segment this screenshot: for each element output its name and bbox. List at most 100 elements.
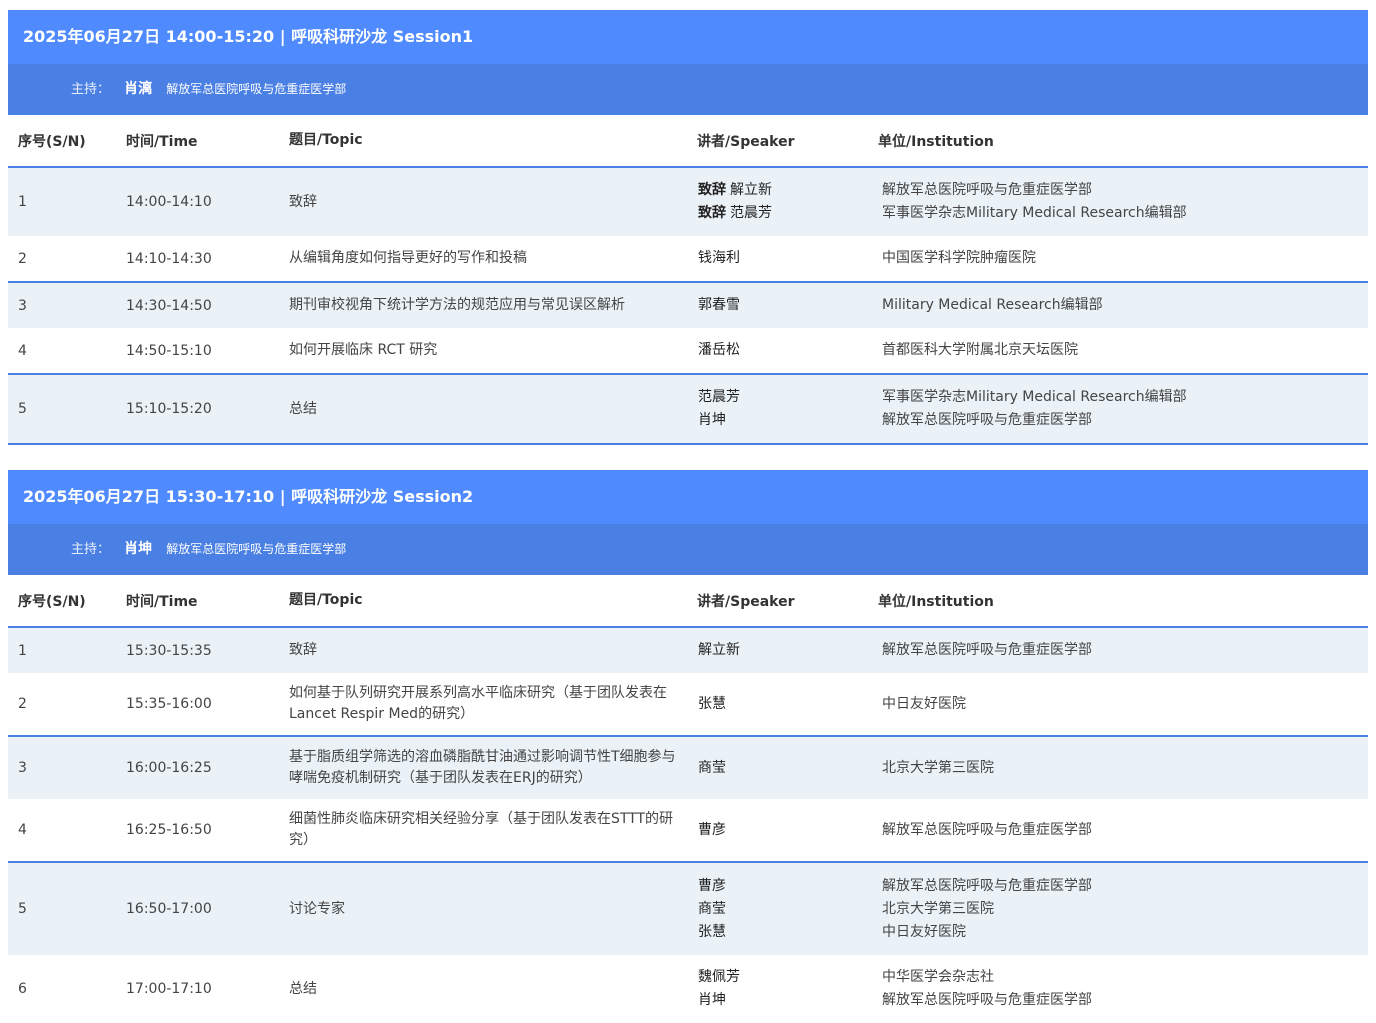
cell-institution: 首都医科大学附属北京天坛医院 — [867, 339, 1368, 362]
institution-line: 中日友好医院 — [882, 695, 966, 712]
cell-speaker: 致辞 解立新 致辞 范晨芳 — [687, 179, 867, 225]
institution-line: 解放军总医院呼吸与危重症医学部 — [882, 182, 1092, 198]
cell-sn: 3 — [18, 297, 27, 314]
cell-time: 16:50-17:00 — [126, 901, 212, 917]
cell-sn: 4 — [18, 822, 27, 838]
session-host: 主持： 肖漓 解放军总医院呼吸与危重症医学部 — [8, 64, 1368, 115]
institution-line: 首都医科大学附属北京天坛医院 — [882, 342, 1078, 358]
speaker-line: 张慧 — [698, 921, 867, 944]
host-name: 肖坤 — [124, 541, 153, 557]
cell-institution: 中日友好医院 — [867, 693, 1368, 716]
table-row: 1 15:30-15:35 致辞 解立新 解放军总医院呼吸与危重症医学部 — [8, 628, 1368, 673]
table-row: 2 14:10-14:30 从编辑角度如何指导更好的写作和投稿 钱海利 中国医学… — [8, 236, 1368, 283]
speaker-name: 张慧 — [698, 695, 726, 712]
speaker-line: 曹彦 — [698, 875, 867, 898]
table-row: 5 16:50-17:00 讨论专家 曹彦 商莹 张慧 解放军总医院呼吸与危重症… — [8, 863, 1368, 955]
session-host: 主持： 肖坤 解放军总医院呼吸与危重症医学部 — [8, 524, 1368, 575]
header-time: 时间/Time — [126, 133, 198, 150]
cell-topic: 总结 — [289, 980, 317, 997]
header-topic: 题目/Topic — [289, 592, 363, 608]
header-speaker: 讲者/Speaker — [697, 593, 795, 610]
speaker-name: 解立新 — [698, 642, 740, 658]
speaker-line: 潘岳松 — [698, 339, 867, 362]
cell-institution: 解放军总医院呼吸与危重症医学部 — [867, 819, 1368, 842]
header-sn: 序号(S/N) — [18, 593, 86, 610]
cell-institution: 解放军总医院呼吸与危重症医学部 北京大学第三医院 中日友好医院 — [867, 875, 1368, 944]
speaker-name: 钱海利 — [698, 250, 740, 266]
header-institution: 单位/Institution — [878, 133, 994, 150]
table-row: 4 16:25-16:50 细菌性肺炎临床研究相关经验分享（基于团队发表在STT… — [8, 799, 1368, 863]
cell-institution: 中华医学会杂志社 解放军总医院呼吸与危重症医学部 — [867, 966, 1368, 1012]
speaker-line: 肖坤 — [698, 989, 867, 1012]
cell-topic: 总结 — [289, 400, 317, 417]
cell-time: 14:30-14:50 — [126, 297, 212, 314]
speaker-name: 肖坤 — [698, 992, 726, 1008]
cell-topic: 从编辑角度如何指导更好的写作和投稿 — [289, 250, 527, 266]
cell-speaker: 张慧 — [687, 693, 867, 716]
cell-topic: 如何基于队列研究开展系列高水平临床研究（基于团队发表在Lancet Respir… — [289, 685, 667, 722]
session-1: 2025年06月27日 14:00-15:20 | 呼吸科研沙龙 Session… — [8, 10, 1368, 445]
cell-speaker: 郭春雪 — [687, 294, 867, 317]
cell-institution: 中国医学科学院肿瘤医院 — [867, 247, 1368, 270]
cell-speaker: 商莹 — [687, 757, 867, 780]
cell-speaker: 范晨芳 肖坤 — [687, 386, 867, 432]
cell-sn: 2 — [18, 250, 27, 267]
cell-sn: 5 — [18, 401, 27, 417]
institution-line: 解放军总医院呼吸与危重症医学部 — [882, 821, 1092, 838]
host-institution: 解放军总医院呼吸与危重症医学部 — [166, 542, 347, 556]
speaker-name: 潘岳松 — [698, 342, 740, 358]
table-header: 序号(S/N) 时间/Time 题目/Topic 讲者/Speaker 单位/I… — [8, 575, 1368, 628]
cell-speaker: 曹彦 — [687, 819, 867, 842]
speaker-tag: 致辞 — [698, 182, 726, 198]
cell-topic: 细菌性肺炎临床研究相关经验分享（基于团队发表在STTT的研究） — [289, 811, 674, 848]
cell-time: 14:10-14:30 — [126, 250, 212, 267]
table-row: 3 16:00-16:25 基于脂质组学筛选的溶血磷脂酰甘油通过影响调节性T细胞… — [8, 737, 1368, 799]
cell-sn: 3 — [18, 760, 27, 776]
speaker-line: 肖坤 — [698, 409, 867, 432]
speaker-line: 曹彦 — [698, 819, 867, 842]
speaker-name: 肖坤 — [698, 412, 726, 428]
speaker-name: 魏佩芳 — [698, 969, 740, 985]
cell-institution: Military Medical Research编辑部 — [867, 294, 1368, 317]
cell-time: 16:25-16:50 — [126, 822, 212, 838]
speaker-line: 致辞 解立新 — [698, 179, 867, 202]
speaker-line: 致辞 范晨芳 — [698, 202, 867, 225]
cell-time: 15:30-15:35 — [126, 642, 212, 659]
cell-sn: 4 — [18, 342, 27, 359]
institution-line: 中华医学会杂志社 — [882, 969, 994, 985]
cell-time: 16:00-16:25 — [126, 760, 212, 776]
cell-time: 15:10-15:20 — [126, 401, 212, 417]
speaker-line: 魏佩芳 — [698, 966, 867, 989]
institution-line: 中国医学科学院肿瘤医院 — [882, 250, 1036, 266]
session-2: 2025年06月27日 15:30-17:10 | 呼吸科研沙龙 Session… — [8, 470, 1368, 1023]
speaker-line: 张慧 — [698, 693, 867, 716]
table-row: 1 14:00-14:10 致辞 致辞 解立新 致辞 范晨芳 解放军总医院呼吸与危重… — [8, 168, 1368, 236]
cell-sn: 2 — [18, 696, 27, 712]
session-title: 2025年06月27日 15:30-17:10 | 呼吸科研沙龙 Session… — [8, 470, 1368, 524]
speaker-name: 商莹 — [698, 900, 726, 917]
table-row: 2 15:35-16:00 如何基于队列研究开展系列高水平临床研究（基于团队发表… — [8, 673, 1368, 737]
cell-topic: 基于脂质组学筛选的溶血磷脂酰甘油通过影响调节性T细胞参与哮喘免疫机制研究（基于团… — [289, 749, 676, 786]
cell-time: 15:35-16:00 — [126, 696, 212, 712]
cell-topic: 致辞 — [289, 642, 317, 658]
cell-speaker: 解立新 — [687, 639, 867, 662]
cell-speaker: 潘岳松 — [687, 339, 867, 362]
institution-line: 解放军总医院呼吸与危重症医学部 — [882, 877, 1092, 894]
speaker-name: 范晨芳 — [730, 205, 772, 221]
speaker-name: 郭春雪 — [698, 297, 740, 313]
speaker-line: 范晨芳 — [698, 386, 867, 409]
institution-line: 北京大学第三医院 — [882, 900, 994, 917]
speaker-name: 曹彦 — [698, 877, 726, 894]
cell-institution: 北京大学第三医院 — [867, 757, 1368, 780]
speaker-line: 商莹 — [698, 757, 867, 780]
header-institution: 单位/Institution — [878, 593, 994, 610]
host-label: 主持： — [71, 542, 111, 557]
cell-topic: 如何开展临床 RCT 研究 — [289, 342, 438, 358]
session-title: 2025年06月27日 14:00-15:20 | 呼吸科研沙龙 Session… — [8, 10, 1368, 64]
institution-line: 军事医学杂志Military Medical Research编辑部 — [882, 205, 1187, 221]
header-topic: 题目/Topic — [289, 132, 363, 148]
institution-line: 北京大学第三医院 — [882, 759, 994, 776]
cell-institution: 解放军总医院呼吸与危重症医学部 — [867, 639, 1368, 662]
table-row: 5 15:10-15:20 总结 范晨芳 肖坤 军事医学杂志Military M… — [8, 375, 1368, 445]
cell-institution: 军事医学杂志Military Medical Research编辑部 解放军总医… — [867, 386, 1368, 432]
